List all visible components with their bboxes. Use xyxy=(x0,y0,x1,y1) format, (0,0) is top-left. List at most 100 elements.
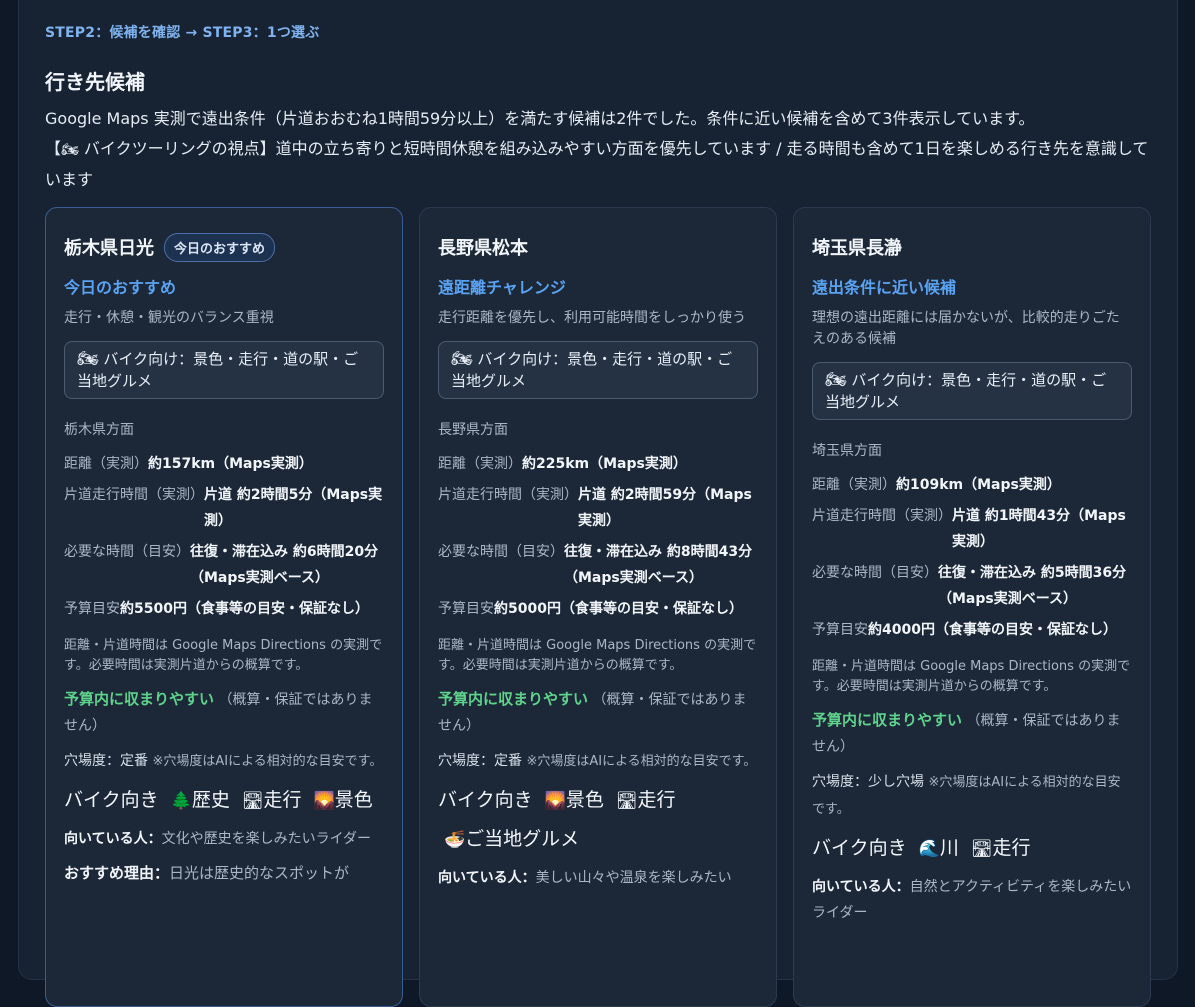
section-title: 行き先候補 xyxy=(45,70,145,94)
bike-tag: 🍜ご当地グルメ xyxy=(444,828,579,850)
motorcycle-icon: 🏍 xyxy=(77,349,99,369)
bike-tag-label: 歴史 xyxy=(191,789,230,811)
road-icon: 🛣 xyxy=(970,839,993,859)
card-category: 遠出条件に近い候補 xyxy=(812,278,957,297)
stat-label: 片道走行時間（実測） xyxy=(64,487,204,503)
bike-tag: 🌲歴史 xyxy=(171,789,230,811)
stat-total-time: 必要な時間（目安） 往復・滞在込み 約5時間36分（Maps実測ベース） xyxy=(812,560,1132,612)
who-prefix: 向いている人： xyxy=(812,879,910,895)
stat-value: 片道 約2時間5分（Maps実測） xyxy=(204,487,383,529)
card-title-row: 栃木県日光 今日のおすすめ xyxy=(64,232,384,262)
bike-tag-label: 走行 xyxy=(263,789,302,811)
card-category: 今日のおすすめ xyxy=(64,278,177,297)
tree-icon: 🌲 xyxy=(170,791,192,811)
stat-value: 往復・滞在込み 約5時間36分（Maps実測ベース） xyxy=(938,565,1127,607)
stat-value: 約157km（Maps実測） xyxy=(148,456,313,472)
card-body: 長野県松本 遠距離チャレンジ 走行距離を優先し、利用可能時間をしっかり使う 🏍 … xyxy=(420,208,776,891)
anaba-rating: 穴場度：定番 ※穴場度はAIによる相対的な目安です。 xyxy=(438,748,758,775)
maps-note: 距離・片道時間は Google Maps Directions の実測です。必要… xyxy=(812,659,1131,694)
bike-tags-prefix: バイク向き xyxy=(64,789,159,811)
stat-oneway: 片道走行時間（実測） 片道 約2時間5分（Maps実測） xyxy=(64,482,384,534)
recommend-reason: おすすめ理由：日光は歴史的なスポットが xyxy=(64,860,384,886)
bike-tags-prefix: バイク向き xyxy=(812,837,907,859)
road-icon: 🛣 xyxy=(615,791,638,811)
bike-feature-text: バイク向け：景色・走行・道の駅・ご当地グルメ xyxy=(825,371,1107,411)
card-stats: 距離（実測） 約225km（Maps実測） 片道走行時間（実測） 片道 約2時間… xyxy=(438,451,758,622)
card-description: 走行・休憩・観光のバランス重視 xyxy=(64,310,274,326)
target-rider: 向いている人：自然とアクティビティを楽しみたいライダー xyxy=(812,874,1132,926)
stat-value: 約5500円（食事等の目安・保証なし） xyxy=(120,601,369,617)
bike-feature-box: 🏍 バイク向け：景色・走行・道の駅・ご当地グルメ xyxy=(64,341,384,399)
card-description: 走行距離を優先し、利用可能時間をしっかり使う xyxy=(438,310,746,326)
sunrise-icon: 🌄 xyxy=(313,791,335,811)
stat-value: 往復・滞在込み 約6時間20分（Maps実測ベース） xyxy=(190,544,379,586)
anaba-rating: 穴場度：少し穴場 ※穴場度はAIによる相対的な目安です。 xyxy=(812,769,1132,823)
candidate-card-nikko[interactable]: 栃木県日光 今日のおすすめ 今日のおすすめ 走行・休憩・観光のバランス重視 🏍 … xyxy=(45,207,403,1007)
stat-label: 距離（実測） xyxy=(812,477,896,493)
bike-feature-text: バイク向け：景色・走行・道の駅・ご当地グルメ xyxy=(451,350,733,390)
bike-tags: バイク向き 🌄景色 🛣走行 🍜ご当地グルメ xyxy=(438,781,758,859)
anaba-level: 定番 xyxy=(120,753,148,769)
budget-ok-label: 予算内に収まりやすい xyxy=(64,690,215,708)
stat-label: 予算目安 xyxy=(812,622,868,638)
budget-status: 予算内に収まりやすい （概算・保証ではありません） xyxy=(812,707,1132,760)
stat-total-time: 必要な時間（目安） 往復・滞在込み 約6時間20分（Maps実測ベース） xyxy=(64,539,384,591)
road-icon: 🛣 xyxy=(241,791,264,811)
budget-ok-label: 予算内に収まりやすい xyxy=(438,690,589,708)
budget-status: 予算内に収まりやすい （概算・保証ではありません） xyxy=(438,686,758,739)
stat-value: 約5000円（食事等の目安・保証なし） xyxy=(494,601,743,617)
bike-tag-label: 走行 xyxy=(637,789,676,811)
stat-label: 必要な時間（目安） xyxy=(438,544,564,560)
stat-oneway: 片道走行時間（実測） 片道 約1時間43分（Maps実測） xyxy=(812,503,1132,555)
stat-label: 予算目安 xyxy=(64,601,120,617)
stat-label: 距離（実測） xyxy=(438,456,522,472)
maps-note: 距離・片道時間は Google Maps Directions の実測です。必要… xyxy=(438,638,757,673)
motorcycle-icon: 🏍 xyxy=(825,370,847,390)
card-region: 長野県方面 xyxy=(438,422,508,438)
anaba-note: ※穴場度はAIによる相対的な目安です。 xyxy=(152,754,383,769)
bike-tag: 🌊川 xyxy=(919,837,959,859)
intro-line-1: Google Maps 実測で遠出条件（片道おおむね1時間59分以上）を満たす候… xyxy=(45,109,1035,128)
anaba-note: ※穴場度はAIによる相対的な目安です。 xyxy=(526,754,757,769)
stat-value: 約225km（Maps実測） xyxy=(522,456,687,472)
bike-tag-label: 走行 xyxy=(992,837,1031,859)
stat-label: 片道走行時間（実測） xyxy=(438,487,578,503)
card-stats: 距離（実測） 約109km（Maps実測） 片道走行時間（実測） 片道 約1時間… xyxy=(812,472,1132,643)
bike-feature-text: バイク向け：景色・走行・道の駅・ご当地グルメ xyxy=(77,350,359,390)
stat-total-time: 必要な時間（目安） 往復・滞在込み 約8時間43分（Maps実測ベース） xyxy=(438,539,758,591)
stat-value: 約109km（Maps実測） xyxy=(896,477,1061,493)
budget-status: 予算内に収まりやすい （概算・保証ではありません） xyxy=(64,686,384,739)
candidate-card-nagatoro[interactable]: 埼玉県長瀞 遠出条件に近い候補 理想の遠出距離には届かないが、比較的走りごたえの… xyxy=(793,207,1151,1007)
maps-note: 距離・片道時間は Google Maps Directions の実測です。必要… xyxy=(64,638,383,673)
stat-value: 片道 約1時間43分（Maps実測） xyxy=(952,508,1126,550)
anaba-prefix: 穴場度： xyxy=(64,753,120,769)
candidate-card-matsumoto[interactable]: 長野県松本 遠距離チャレンジ 走行距離を優先し、利用可能時間をしっかり使う 🏍 … xyxy=(419,207,777,1007)
anaba-level: 定番 xyxy=(494,753,522,769)
bike-tag: 🌄景色 xyxy=(314,789,373,811)
step-indicator: STEP2：候補を確認 → STEP3：1つ選ぶ xyxy=(45,25,320,41)
reason-prefix: おすすめ理由： xyxy=(64,864,170,882)
stat-distance: 距離（実測） 約225km（Maps実測） xyxy=(438,451,758,477)
wave-icon: 🌊 xyxy=(918,839,940,859)
card-description: 理想の遠出距離には届かないが、比較的走りごたえのある候補 xyxy=(812,310,1120,347)
card-body: 埼玉県長瀞 遠出条件に近い候補 理想の遠出距離には届かないが、比較的走りごたえの… xyxy=(794,208,1150,926)
stat-value: 往復・滞在込み 約8時間43分（Maps実測ベース） xyxy=(564,544,753,586)
card-title: 長野県松本 xyxy=(438,238,528,259)
stat-budget: 予算目安 約5500円（食事等の目安・保証なし） xyxy=(64,596,384,622)
bike-tag: 🛣走行 xyxy=(242,789,302,811)
bike-feature-box: 🏍 バイク向け：景色・走行・道の駅・ご当地グルメ xyxy=(438,341,758,399)
bike-tag-label: ご当地グルメ xyxy=(465,828,580,850)
anaba-rating: 穴場度：定番 ※穴場度はAIによる相対的な目安です。 xyxy=(64,748,384,775)
ramen-icon: 🍜 xyxy=(444,830,466,850)
card-title: 栃木県日光 xyxy=(64,238,154,259)
recommend-badge: 今日のおすすめ xyxy=(164,232,276,262)
bike-tag-label: 景色 xyxy=(565,789,604,811)
card-title: 埼玉県長瀞 xyxy=(812,238,902,259)
reason-text: 日光は歴史的なスポットが xyxy=(169,864,350,882)
card-region: 栃木県方面 xyxy=(64,422,134,438)
card-stats: 距離（実測） 約157km（Maps実測） 片道走行時間（実測） 片道 約2時間… xyxy=(64,451,384,622)
bike-tag: 🛣走行 xyxy=(616,789,676,811)
stat-budget: 予算目安 約4000円（食事等の目安・保証なし） xyxy=(812,617,1132,643)
card-body: 栃木県日光 今日のおすすめ 今日のおすすめ 走行・休憩・観光のバランス重視 🏍 … xyxy=(46,208,402,886)
motorcycle-icon: 🏍 xyxy=(451,349,473,369)
